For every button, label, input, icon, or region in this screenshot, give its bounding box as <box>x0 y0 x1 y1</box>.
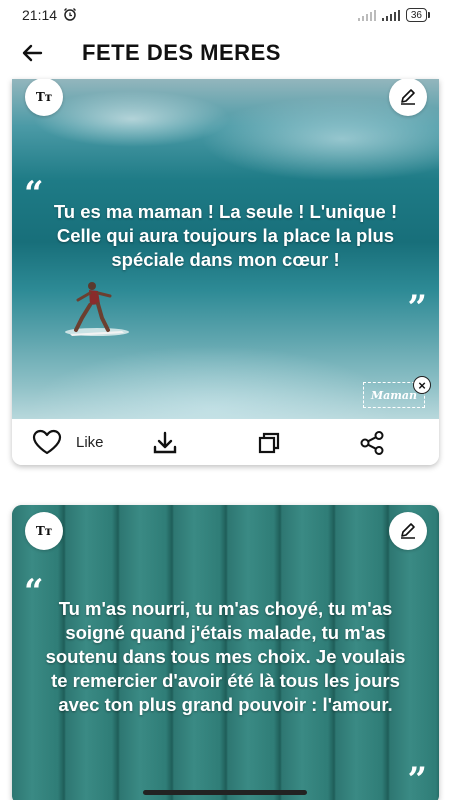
quote-text: Tu es ma maman ! La seule ! L'unique ! C… <box>53 201 398 270</box>
quote-close-mark: ” <box>407 288 427 328</box>
like-label: Like <box>76 433 104 451</box>
edit-button[interactable] <box>389 79 427 116</box>
status-time: 21:14 <box>22 7 58 23</box>
quote-card: Tт “ Tu es ma maman ! La seule ! L'uniqu… <box>12 79 439 465</box>
download-button[interactable] <box>152 430 178 456</box>
app-bar: FETE DES MERES <box>0 30 450 76</box>
quote-card: Tт “ Tu m'as nourri, tu m'as choyé, tu m… <box>12 505 439 800</box>
edit-button[interactable] <box>389 512 427 550</box>
status-bar: 21:14 36 <box>0 0 450 30</box>
battery-icon: 36 <box>405 8 430 22</box>
font-style-button[interactable]: Tт <box>25 79 63 116</box>
download-icon <box>153 431 177 454</box>
status-left: 21:14 <box>22 7 77 24</box>
status-right: 36 <box>357 8 430 22</box>
heart-icon <box>32 429 62 455</box>
quote-close-mark: ” <box>407 760 427 800</box>
signal-icon <box>357 9 376 21</box>
quote-open-mark: “ <box>24 572 44 612</box>
quote-open-mark: “ <box>24 174 44 214</box>
page-title: FETE DES MERES <box>82 40 281 65</box>
back-button[interactable] <box>6 30 58 76</box>
back-arrow-icon <box>22 44 43 62</box>
copy-button[interactable] <box>256 430 282 456</box>
like-button[interactable]: Like <box>32 429 150 455</box>
quote-image: Tт “ Tu es ma maman ! La seule ! L'uniqu… <box>12 79 439 419</box>
action-bar: Like <box>12 419 439 465</box>
surfer-figure <box>65 282 129 336</box>
signal-icon <box>381 9 400 21</box>
share-button[interactable] <box>359 430 385 456</box>
home-indicator[interactable] <box>143 790 307 795</box>
battery-level: 36 <box>405 8 427 22</box>
share-icon <box>360 431 384 455</box>
edit-pen-icon <box>401 523 415 539</box>
edit-pen-icon <box>401 89 415 105</box>
quote-text: Tu m'as nourri, tu m'as choyé, tu m'as s… <box>45 598 406 715</box>
battery-tip <box>428 12 430 18</box>
copy-icon <box>258 432 280 454</box>
alarm-clock-icon <box>63 7 77 24</box>
font-style-button[interactable]: Tт <box>25 512 63 550</box>
close-icon[interactable]: × <box>413 376 431 394</box>
quote-image: Tт “ Tu m'as nourri, tu m'as choyé, tu m… <box>12 505 439 800</box>
